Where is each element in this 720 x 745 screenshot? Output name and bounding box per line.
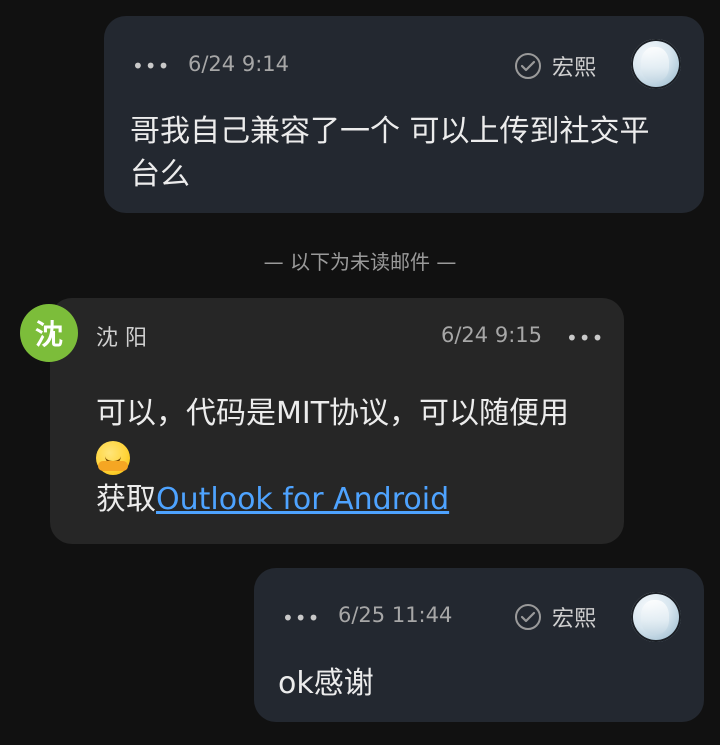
hugging-face-emoji-icon [96, 440, 130, 475]
sender-avatar[interactable]: 沈 [20, 304, 78, 362]
message-body-line: 台么 [130, 157, 190, 192]
outlook-android-link[interactable]: Outlook for Android [156, 482, 449, 517]
message-bubble-outgoing[interactable]: ••• 6/24 9:14 宏熙 哥我自己兼容了一个 可以上传到社交平 台么 [104, 16, 704, 213]
sender-name: 宏熙 [552, 607, 597, 632]
more-options-icon[interactable]: ••• [566, 328, 604, 348]
user-avatar[interactable] [631, 592, 681, 642]
user-avatar[interactable] [631, 39, 681, 89]
message-bubble-incoming[interactable]: 沈 阳 6/24 9:15 ••• 可以，代码是MIT协议，可以随便用 获取Ou… [50, 298, 624, 544]
message-body-line: ok感谢 [278, 666, 374, 701]
more-options-icon[interactable]: ••• [282, 608, 320, 628]
sender-name: 沈 阳 [96, 326, 147, 351]
more-options-icon[interactable]: ••• [132, 56, 170, 76]
message-timestamp: 6/24 9:15 [441, 323, 542, 347]
message-timestamp: 6/24 9:14 [188, 52, 289, 76]
read-check-icon [515, 604, 541, 630]
sender-name: 宏熙 [552, 56, 597, 81]
message-body-line: 可以，代码是MIT协议，可以随便用 [96, 396, 570, 431]
message-body-line: 哥我自己兼容了一个 可以上传到社交平 [130, 114, 650, 149]
unread-divider: — 以下为未读邮件 — [263, 250, 457, 274]
message-body: 哥我自己兼容了一个 可以上传到社交平 台么 [130, 110, 690, 196]
message-bubble-outgoing[interactable]: ••• 6/25 11:44 宏熙 ok感谢 [254, 568, 704, 722]
message-body: 可以，代码是MIT协议，可以随便用 获取Outlook for Android [96, 392, 616, 521]
signature-prefix: 获取 [96, 482, 156, 517]
message-timestamp: 6/25 11:44 [338, 603, 453, 627]
read-check-icon [515, 53, 541, 79]
message-body: ok感谢 [278, 662, 678, 705]
